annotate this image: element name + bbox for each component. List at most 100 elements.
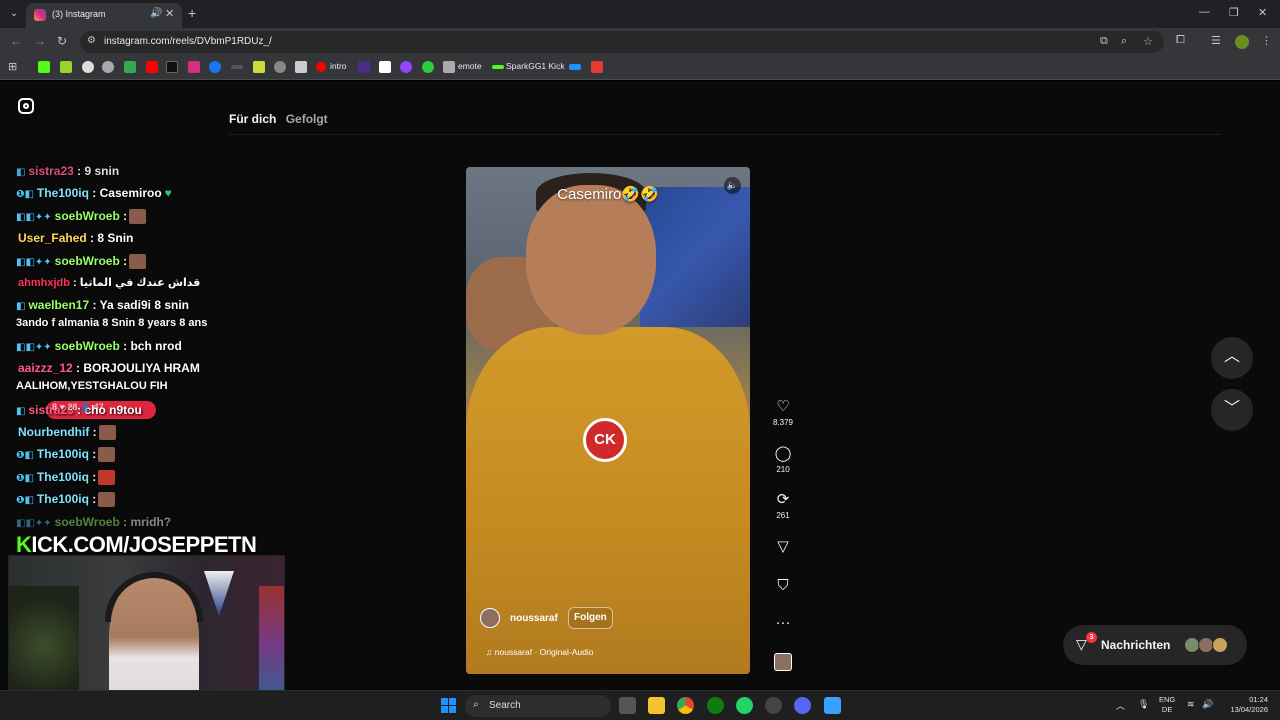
author-name[interactable]: noussaraf	[510, 613, 558, 624]
wifi-icon[interactable]: ≋	[1187, 699, 1195, 710]
bookmark-m-icon[interactable]	[124, 61, 136, 73]
author-avatar[interactable]	[480, 608, 500, 628]
emote-bookmark-icon[interactable]	[443, 61, 455, 73]
face-emote-icon	[98, 425, 116, 441]
kick-k-letter: K	[16, 532, 32, 557]
language-indicator[interactable]: ENG DE	[1159, 695, 1175, 715]
kick-bookmark-icon[interactable]	[38, 61, 50, 73]
reel-audio-label[interactable]: ♫ noussaraf · Original-Audio	[486, 647, 594, 657]
tab-close-icon[interactable]: ✕	[165, 7, 174, 20]
send-icon[interactable]: ▽	[768, 539, 798, 555]
tab-fuer-dich[interactable]: Für dich	[229, 112, 276, 126]
previous-reel-button[interactable]: ︿	[1211, 337, 1253, 379]
bookmark-icon[interactable]: ⛉	[768, 578, 798, 594]
bookmark-star-icon2[interactable]	[253, 61, 265, 73]
chat-badge-icon: ◧	[16, 301, 26, 312]
comment-action[interactable]: ◯ 210	[768, 446, 798, 475]
task-view-icon[interactable]	[619, 697, 636, 714]
site-info-icon[interactable]: ⚙	[87, 35, 96, 46]
bookmark-twitch-icon[interactable]	[400, 61, 412, 73]
save-action[interactable]: ⛉	[768, 578, 798, 594]
xbox-icon[interactable]	[707, 697, 724, 714]
forward-icon[interactable]: →	[34, 34, 46, 48]
more-action[interactable]: ···	[768, 615, 798, 631]
chat-line: User_Fahed : 8 Snin	[18, 231, 133, 245]
bookmark-p-icon[interactable]	[379, 61, 391, 73]
url-text[interactable]: instagram.com/reels/DVbmP1RDUz_/	[104, 36, 272, 47]
comment-icon[interactable]: ◯	[768, 446, 798, 462]
show-hidden-icons-icon[interactable]: ︿	[1116, 699, 1125, 712]
sparkgg-bookmark-icon[interactable]	[492, 65, 504, 69]
repost-icon[interactable]: ⟳	[768, 492, 798, 508]
chat-line: aaizzz_12 : BORJOULIYA HRAM	[18, 361, 200, 375]
repost-action[interactable]: ⟳ 261	[768, 492, 798, 521]
windows-start-icon[interactable]	[441, 698, 456, 713]
more-icon[interactable]: ···	[768, 615, 798, 631]
audio-thumbnail[interactable]	[774, 653, 792, 671]
tiktok-bookmark-icon[interactable]	[166, 61, 178, 73]
bookmark-green-icon[interactable]	[422, 61, 434, 73]
minimize-icon[interactable]: —	[1199, 6, 1210, 18]
address-bar[interactable]: ⚙ instagram.com/reels/DVbmP1RDUz_/ ⧉ ⌕ ☆	[80, 31, 1164, 53]
microphone-icon[interactable]: 🎙	[1138, 699, 1149, 710]
zoom-icon[interactable]: ⌕	[1121, 35, 1127, 48]
bookmark-bar-icon[interactable]	[231, 65, 243, 69]
bookmark-emote[interactable]: emote	[458, 61, 482, 71]
like-action[interactable]: ♡ 8.379	[768, 399, 798, 428]
apps-icon[interactable]: ⊞	[8, 60, 20, 73]
bookmark-sparkgg[interactable]: SparkGG1 Kick	[506, 61, 565, 71]
bookmark-meta-icon[interactable]	[569, 64, 581, 70]
share-action[interactable]: ▽	[768, 539, 798, 555]
bookmark-v-icon[interactable]	[358, 61, 370, 73]
mute-icon[interactable]: 🔈	[724, 177, 741, 194]
bookmark-doc-icon[interactable]	[295, 61, 307, 73]
tab-search-icon[interactable]: ☰	[1211, 34, 1221, 47]
instagram-logo-icon[interactable]	[18, 98, 34, 114]
clock[interactable]: 01:24 13/04/2026	[1224, 695, 1268, 715]
next-reel-button[interactable]: ﹀	[1211, 389, 1253, 431]
install-app-icon[interactable]: ⧉	[1100, 35, 1108, 48]
discord-icon[interactable]	[794, 697, 811, 714]
chat-message: 3ando f almania 8 Snin 8 years 8 ans	[16, 317, 208, 329]
restore-icon[interactable]: ❐	[1229, 6, 1239, 19]
follow-button[interactable]: Folgen	[568, 607, 613, 629]
new-tab-button[interactable]: +	[188, 5, 196, 21]
window-close-icon[interactable]: ✕	[1258, 6, 1267, 19]
bookmark-d-icon[interactable]	[60, 61, 72, 73]
chat-line: ❶◧ The100iq :	[16, 447, 116, 463]
reload-icon[interactable]: ↻	[57, 34, 67, 48]
file-explorer-icon[interactable]	[648, 697, 665, 714]
profile-avatar[interactable]	[1235, 35, 1249, 49]
bookmark-intro[interactable]: intro	[330, 61, 347, 71]
youtube-bookmark-icon[interactable]	[146, 61, 158, 73]
bookmark-star-icon[interactable]: ☆	[1143, 35, 1153, 48]
taskbar-search[interactable]: ⌕ Search	[465, 695, 611, 717]
app-icon[interactable]	[765, 697, 782, 714]
intro-bookmark-icon[interactable]	[316, 62, 326, 72]
tab-audio-icon[interactable]: 🔊	[150, 8, 162, 19]
chat-badge-icon: ◧◧✦✦	[16, 257, 52, 268]
bookmark-red-icon[interactable]	[591, 61, 603, 73]
back-icon[interactable]: ←	[10, 34, 22, 48]
bookmark-download-icon[interactable]	[102, 61, 114, 73]
instagram-bookmark-icon[interactable]	[188, 61, 200, 73]
bookmark-circle-icon[interactable]	[274, 61, 286, 73]
whatsapp-icon[interactable]	[736, 697, 753, 714]
kick-banner-text: ICK.COM/JOSEPPETN	[31, 532, 257, 557]
menu-icon[interactable]: ⋮	[1261, 34, 1272, 47]
tab-list-button[interactable]: ⌄	[5, 5, 23, 23]
messages-button[interactable]: ▽ 3 Nachrichten	[1063, 625, 1247, 665]
chat-message: : 9 snin	[77, 164, 120, 178]
notepad-icon[interactable]	[824, 697, 841, 714]
reel-video[interactable]: CK Casemiro🤣🤣 🔈 noussaraf Folgen ♫ nouss…	[466, 167, 750, 674]
tab-gefolgt[interactable]: Gefolgt	[286, 112, 328, 126]
chat-user: Nourbendhif	[18, 425, 90, 439]
facebook-bookmark-icon[interactable]	[209, 61, 221, 73]
volume-icon[interactable]: 🔊	[1202, 699, 1213, 710]
extensions-icon[interactable]: ⧠	[1176, 34, 1185, 47]
bookmark-diamond-icon[interactable]	[82, 61, 94, 73]
browser-tab[interactable]: (3) Instagram 🔊 ✕	[26, 3, 182, 28]
chrome-icon[interactable]	[677, 697, 694, 714]
heart-icon[interactable]: ♡	[768, 399, 798, 415]
chat-user: soebWroeb	[54, 254, 120, 268]
